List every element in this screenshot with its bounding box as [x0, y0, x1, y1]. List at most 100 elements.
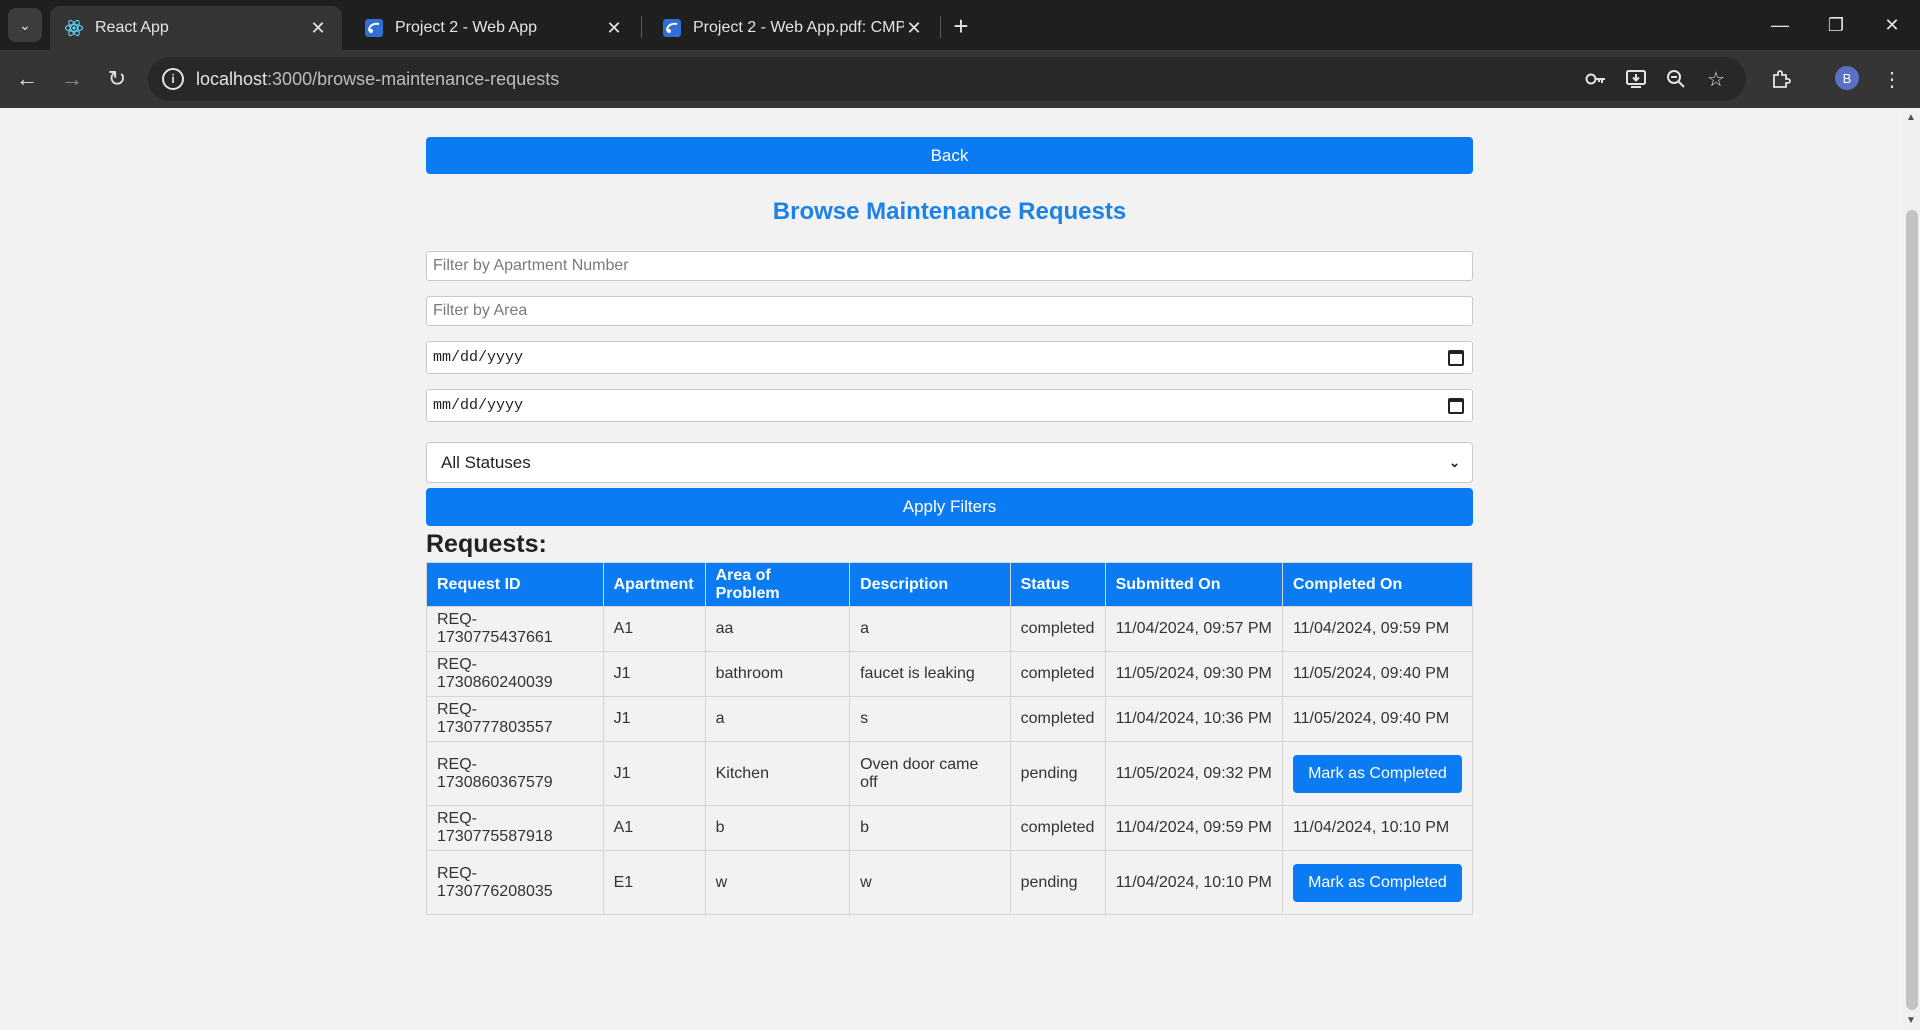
cell-area: aa — [704, 606, 851, 652]
forward-arrow-icon[interactable]: → — [55, 62, 89, 96]
tab-separator — [641, 16, 642, 38]
apply-filters-button[interactable]: Apply Filters — [426, 488, 1473, 526]
requests-table: Request ID Apartment Area of Problem Des… — [426, 562, 1474, 915]
header-apartment: Apartment — [602, 562, 706, 607]
tab-search-chevron-icon[interactable]: ⌄ — [8, 8, 42, 42]
page-title: Browse Maintenance Requests — [772, 198, 1127, 225]
cell-request-id: REQ-1730860367579 — [426, 741, 604, 806]
area-filter-input[interactable]: Filter by Area — [426, 296, 1473, 326]
header-completed-on: Completed On — [1281, 562, 1474, 607]
cell-apartment: J1 — [602, 651, 706, 697]
cell-request-id: REQ-1730775437661 — [426, 606, 604, 652]
cell-request-id: REQ-1730860240039 — [426, 651, 604, 697]
install-app-icon[interactable] — [1624, 67, 1648, 91]
status-select[interactable]: All Statuses ⌄ — [426, 442, 1473, 483]
cell-area: b — [704, 805, 851, 851]
cell-request-id: REQ-1730776208035 — [426, 850, 604, 915]
bookmark-star-icon[interactable]: ☆ — [1704, 67, 1728, 91]
url-text[interactable]: localhost:3000/browse-maintenance-reques… — [196, 69, 559, 90]
chevron-down-icon: ⌄ — [1449, 454, 1460, 470]
back-button[interactable]: Back — [426, 137, 1473, 174]
cell-apartment: E1 — [602, 850, 706, 915]
tab-separator — [940, 16, 941, 38]
calendar-icon[interactable] — [1448, 397, 1464, 414]
header-request-id: Request ID — [426, 562, 604, 607]
cell-submitted-on: 11/04/2024, 10:10 PM — [1104, 850, 1283, 915]
cell-completed-on: 11/04/2024, 10:10 PM — [1281, 805, 1474, 851]
apartment-filter-input[interactable]: Filter by Apartment Number — [426, 251, 1473, 281]
cell-description: Oven door came off — [849, 741, 1011, 806]
cell-description: a — [849, 606, 1011, 652]
password-key-icon[interactable] — [1584, 67, 1608, 91]
start-date-input[interactable]: mm/dd/yyyy — [426, 341, 1473, 374]
table-row: REQ-1730860240039 J1 bathroom faucet is … — [426, 651, 1474, 697]
scroll-up-arrow-icon[interactable]: ▲ — [1906, 112, 1916, 123]
table-header-row: Request ID Apartment Area of Problem Des… — [426, 562, 1474, 607]
cell-completed-on: 11/05/2024, 09:40 PM — [1281, 696, 1474, 742]
cell-area: bathroom — [704, 651, 851, 697]
reload-icon[interactable]: ↻ — [100, 62, 134, 96]
scroll-down-arrow-icon[interactable]: ▼ — [1906, 1015, 1916, 1026]
react-icon — [64, 18, 84, 38]
back-arrow-icon[interactable]: ← — [10, 62, 44, 96]
cell-completed-on: 11/05/2024, 09:40 PM — [1281, 651, 1474, 697]
cell-area: Kitchen — [704, 741, 851, 806]
cell-submitted-on: 11/04/2024, 09:59 PM — [1104, 805, 1283, 851]
cell-apartment: A1 — [602, 606, 706, 652]
tab-strip: ⌄ React App ✕ Project 2 - Web App ✕ Proj… — [0, 0, 1920, 50]
tab-project-pdf[interactable]: Project 2 - Web App.pdf: CMPSC ✕ — [648, 6, 938, 50]
end-date-value: mm/dd/yyyy — [433, 397, 524, 414]
header-submitted-on: Submitted On — [1104, 562, 1283, 607]
extensions-puzzle-icon[interactable] — [1764, 62, 1798, 96]
header-description: Description — [849, 562, 1011, 607]
scrollbar-thumb[interactable] — [1906, 210, 1918, 1010]
doc-app-icon — [364, 18, 384, 38]
tab-title: Project 2 - Web App.pdf: CMPSC — [693, 19, 904, 36]
page-viewport: Back Browse Maintenance Requests Filter … — [0, 108, 1920, 1030]
header-area: Area of Problem — [704, 562, 851, 607]
cell-area: w — [704, 850, 851, 915]
cell-status: completed — [1009, 696, 1106, 742]
mark-as-completed-button[interactable]: Mark as Completed — [1292, 754, 1462, 793]
calendar-icon[interactable] — [1448, 349, 1464, 366]
header-status: Status — [1009, 562, 1106, 607]
close-icon[interactable]: ✕ — [604, 18, 624, 38]
cell-description: w — [849, 850, 1011, 915]
cell-apartment: J1 — [602, 696, 706, 742]
start-date-value: mm/dd/yyyy — [433, 349, 524, 366]
cell-description: faucet is leaking — [849, 651, 1011, 697]
zoom-icon[interactable] — [1664, 67, 1688, 91]
tab-title: React App — [95, 19, 169, 36]
table-row: REQ-1730775587918 A1 b b completed 11/04… — [426, 805, 1474, 851]
requests-heading: Requests: — [426, 530, 547, 558]
cell-status: completed — [1009, 805, 1106, 851]
cell-submitted-on: 11/05/2024, 09:30 PM — [1104, 651, 1283, 697]
page-scrollbar[interactable]: ▲ ▼ — [1902, 108, 1920, 1030]
window-close-icon[interactable]: ✕ — [1864, 0, 1920, 50]
doc-app-icon — [662, 18, 682, 38]
browser-toolbar: ← → ↻ i localhost:3000/browse-maintenanc… — [0, 50, 1920, 108]
close-icon[interactable]: ✕ — [308, 18, 328, 38]
cell-completed-on: Mark as Completed — [1281, 850, 1474, 915]
close-icon[interactable]: ✕ — [904, 18, 924, 38]
cell-completed-on: 11/04/2024, 09:59 PM — [1281, 606, 1474, 652]
tab-project-web-app[interactable]: Project 2 - Web App ✕ — [350, 6, 638, 50]
site-info-icon[interactable]: i — [162, 68, 184, 90]
more-menu-icon[interactable]: ⋮ — [1875, 62, 1909, 96]
cell-status: completed — [1009, 606, 1106, 652]
cell-request-id: REQ-1730775587918 — [426, 805, 604, 851]
table-row: REQ-1730775437661 A1 aa a completed 11/0… — [426, 606, 1474, 652]
mark-as-completed-button[interactable]: Mark as Completed — [1292, 863, 1462, 902]
tab-react-app[interactable]: React App ✕ — [50, 6, 342, 50]
restore-icon[interactable]: ❐ — [1808, 0, 1864, 50]
cell-request-id: REQ-1730777803557 — [426, 696, 604, 742]
cell-apartment: A1 — [602, 805, 706, 851]
end-date-input[interactable]: mm/dd/yyyy — [426, 389, 1473, 422]
profile-avatar[interactable]: B — [1835, 66, 1859, 90]
cell-submitted-on: 11/04/2024, 09:57 PM — [1104, 606, 1283, 652]
minimize-icon[interactable]: — — [1752, 0, 1808, 50]
address-bar[interactable]: i localhost:3000/browse-maintenance-requ… — [148, 57, 1746, 101]
new-tab-plus-icon[interactable]: + — [947, 11, 975, 41]
cell-status: completed — [1009, 651, 1106, 697]
cell-apartment: J1 — [602, 741, 706, 806]
